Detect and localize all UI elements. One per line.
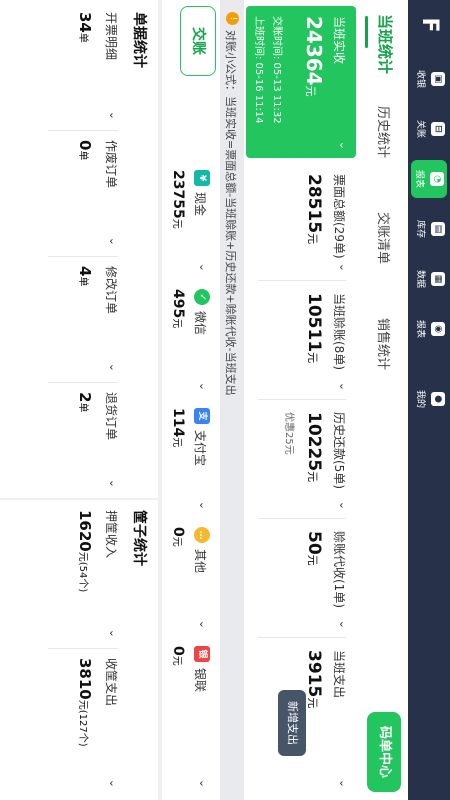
chevron-down-icon: ⌄ (107, 628, 120, 638)
sidebar-item-reports[interactable]: ◉ 报表 (408, 310, 450, 348)
statistics-panel: 单据统计 开票明细 ⌄ 34单 作废订单 ⌄ 0单 修改订单 ⌄ 4单 退货订单… (0, 0, 158, 800)
payment-unionpay[interactable]: 银 银联 ⌄ 0元 (162, 638, 216, 796)
alipay-icon: 支 (194, 408, 210, 424)
sidebar-item-close-account[interactable]: ⊟ 关账 (408, 110, 450, 148)
sidebar-item-label: 库存 (415, 219, 425, 238)
tab-shift-stats[interactable]: 当班统计 (375, 14, 396, 74)
tab-handover-list[interactable]: 交账清单 (375, 212, 394, 264)
shift-income-title: 当班实收 (332, 16, 346, 65)
chevron-down-icon: ⌄ (197, 381, 210, 391)
chevron-down-icon: ⌄ (107, 478, 120, 488)
order-center-button[interactable]: 码单中心 (367, 712, 401, 792)
basket-stats-title: 筐子统计 (131, 510, 147, 566)
chevron-down-icon: ⌄ (107, 778, 120, 788)
landscape-stage: F ▣ 收银 ⊟ 关账 ◔ 报表 ▤ 库存 ▦ 数据 ◉ 报表 ● 我的 当班统… (0, 0, 450, 800)
sidebar-item-inventory[interactable]: ▤ 库存 (408, 210, 450, 248)
stat-return-orders[interactable]: 退货订单 ⌄ 2单 (34, 384, 124, 496)
chevron-down-icon: ⌄ (107, 110, 120, 120)
tab-history-stats[interactable]: 历史统计 (375, 106, 394, 158)
user-icon: ● (431, 392, 445, 406)
sidebar: F ▣ 收银 ⊟ 关账 ◔ 报表 ▤ 库存 ▦ 数据 ◉ 报表 ● 我的 (408, 0, 450, 800)
handover-button[interactable]: 交账 (180, 6, 216, 76)
chevron-down-icon: ⌄ (197, 262, 210, 272)
chevron-down-icon: ⌄ (197, 778, 210, 788)
sidebar-item-label: 关账 (415, 119, 425, 138)
chevron-down-icon: ⌄ (337, 778, 350, 788)
payment-cash[interactable]: ¥ 现金 ⌄ 23755元 (162, 162, 216, 280)
payment-alipay[interactable]: 支 支付宝 ⌄ 114元 (162, 400, 216, 518)
sidebar-item-mine[interactable]: ● 我的 (408, 380, 450, 418)
app-logo: F (417, 17, 442, 33)
chevron-down-icon: ⌄ (337, 381, 350, 391)
add-expense-button[interactable]: 新增支出 (278, 690, 306, 756)
payment-other[interactable]: … 其他 ⌄ 0元 (162, 519, 216, 637)
chevron-down-icon: ⌄ (107, 236, 120, 246)
stat-void-orders[interactable]: 作废订单 ⌄ 0单 (34, 132, 124, 254)
payment-methods-panel: 交账 ¥ 现金 ⌄ 23755元 ✓ 微信 ⌄ 495元 支 支付宝 ⌄ 114… (162, 0, 220, 800)
sidebar-item-report-active[interactable]: ◔ 报表 (411, 160, 447, 198)
sidebar-item-label: 我的 (415, 389, 425, 408)
cashier-icon: ▣ (431, 72, 445, 86)
summary-shift-credit[interactable]: 当班赊账(8单) ⌄ 10511元 (248, 281, 356, 399)
sidebar-item-label: 数据 (415, 269, 425, 288)
more-icon: … (194, 527, 210, 543)
summary-credit-collect[interactable]: 赊账代收(1单) ⌄ 50元 (248, 519, 356, 637)
summary-history-repay[interactable]: 历史还款(5单) ⌄ 10225元 优惠25元 (248, 400, 356, 518)
active-tab-indicator (365, 16, 368, 48)
report-icon: ◔ (430, 172, 444, 186)
sidebar-item-label: 收银 (415, 69, 425, 88)
shift-income-card[interactable]: 当班实收 ⌄ 24364元 交账时间: 05-13 11:32 上班时间: 05… (246, 6, 356, 158)
inventory-icon: ▤ (431, 222, 445, 236)
sidebar-item-cashier[interactable]: ▣ 收银 (408, 60, 450, 98)
stat-invoice-detail[interactable]: 开票明细 ⌄ 34单 (34, 4, 124, 128)
handover-time: 交账时间: 05-13 11:32 (271, 16, 282, 124)
top-tabs: 当班统计 历史统计 交账清单 销售统计 码单中心 (360, 0, 408, 800)
sidebar-item-data[interactable]: ▦ 数据 (408, 260, 450, 298)
stat-basket-deposit[interactable]: 押筐收入 ⌄ 1620元(54个) (34, 502, 124, 646)
chevron-down-icon: ⌄ (197, 619, 210, 629)
data-icon: ▦ (431, 272, 445, 286)
formula-text: 对账小公式：当班实收=票面总额-当班赊账+历史还款+赊账代收-当班支出 (224, 30, 237, 396)
chevron-down-icon: ⌄ (107, 362, 120, 372)
tab-sales-stats[interactable]: 销售统计 (375, 318, 394, 370)
chevron-down-icon: ⌄ (197, 500, 210, 510)
summary-panel: 当班实收 ⌄ 24364元 交账时间: 05-13 11:32 上班时间: 05… (244, 0, 360, 800)
stat-basket-expense[interactable]: 收筐支出 ⌄ 3810元(127个) (34, 650, 124, 796)
wechat-icon: ✓ (194, 289, 210, 305)
shift-income-value: 24364元 (302, 16, 326, 97)
sidebar-item-label: 报表 (414, 169, 424, 188)
order-stats-title: 单据统计 (131, 12, 147, 68)
close-account-icon: ⊟ (431, 122, 445, 136)
cash-icon: ¥ (194, 170, 210, 186)
lightbulb-icon: ! (226, 12, 239, 25)
chevron-down-icon: ⌄ (337, 140, 350, 150)
chevron-down-icon: ⌄ (337, 619, 350, 629)
chevron-down-icon: ⌄ (337, 500, 350, 510)
formula-bar: ! 对账小公式：当班实收=票面总额-当班赊账+历史还款+赊账代收-当班支出 (220, 0, 244, 800)
shift-start-time: 上班时间: 05-16 11:14 (253, 16, 264, 124)
summary-ticket-total[interactable]: 票面总额(29单) ⌄ 28515元 (248, 162, 356, 280)
chevron-down-icon: ⌄ (337, 262, 350, 272)
sidebar-item-label: 报表 (415, 319, 425, 338)
unionpay-icon: 银 (194, 646, 210, 662)
reports-icon: ◉ (431, 322, 445, 336)
payment-wechat[interactable]: ✓ 微信 ⌄ 495元 (162, 281, 216, 399)
discount-note: 优惠25元 (283, 412, 294, 455)
stat-modified-orders[interactable]: 修改订单 ⌄ 4单 (34, 258, 124, 380)
